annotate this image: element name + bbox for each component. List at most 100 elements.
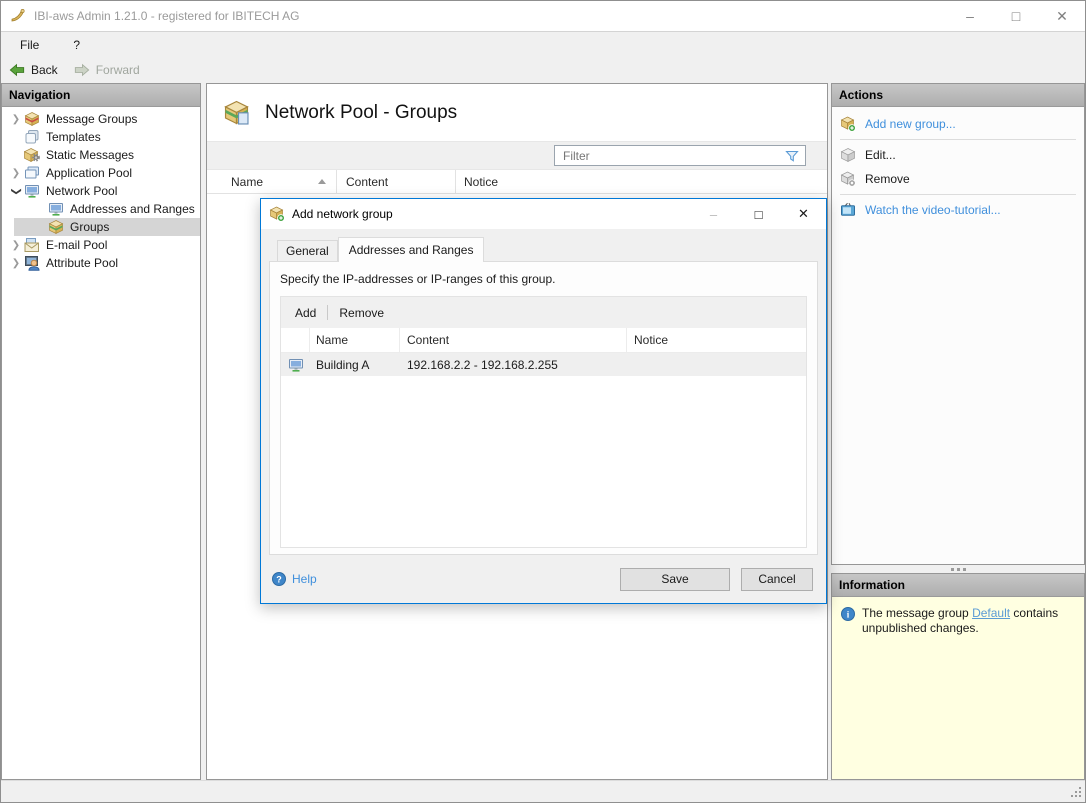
app-window: IBI-aws Admin 1.21.0 - registered for IB…	[0, 0, 1086, 803]
information-header: Information	[832, 574, 1084, 597]
dialog-minimize-button: –	[691, 199, 736, 229]
sidebar-item-application-pool[interactable]: ❯ Application Pool	[2, 164, 200, 182]
sidebar-item-email-pool[interactable]: ❯ E-mail Pool	[2, 236, 200, 254]
filter-funnel-icon[interactable]	[784, 148, 800, 164]
dialog-table-toolbar: Add Remove	[281, 297, 806, 328]
filter-box	[554, 145, 806, 166]
chevron-right-icon[interactable]: ❯	[8, 114, 24, 125]
chevron-down-icon[interactable]: ❯	[11, 183, 22, 199]
sidebar-item-label: Groups	[70, 220, 109, 234]
sidebar-item-label: Addresses and Ranges	[70, 202, 195, 216]
addresses-tab-panel: Specify the IP-addresses or IP-ranges of…	[269, 261, 818, 555]
dialog-table: Add Remove Name Content Notice	[280, 296, 807, 548]
attribute-pool-icon	[24, 255, 40, 271]
nav-toolbar: Back Forward	[1, 58, 1085, 81]
information-panel: Information i The message group Default …	[831, 573, 1085, 780]
remove-group-icon	[840, 171, 856, 187]
chevron-right-icon[interactable]: ❯	[8, 168, 24, 179]
sidebar-item-label: Application Pool	[46, 166, 132, 180]
content-header: Network Pool - Groups	[207, 84, 827, 141]
information-message: The message group Default contains unpub…	[862, 606, 1076, 636]
sidebar-item-label: Templates	[46, 130, 101, 144]
chevron-right-icon[interactable]: ❯	[8, 258, 24, 269]
sidebar-item-label: Network Pool	[46, 184, 117, 198]
add-new-group-action[interactable]: Add new group...	[832, 112, 1084, 136]
title-bar: IBI-aws Admin 1.21.0 - registered for IB…	[1, 1, 1085, 32]
forward-label: Forward	[96, 63, 140, 77]
network-groups-page-icon	[223, 99, 250, 126]
message-groups-icon	[24, 111, 40, 127]
row-name: Building A	[310, 358, 400, 372]
tv-icon	[840, 202, 856, 218]
forward-button[interactable]: Forward	[74, 62, 140, 78]
navigation-header: Navigation	[2, 84, 200, 107]
right-region: Actions Add new group... Edit... Remove	[831, 83, 1085, 780]
remove-label: Remove	[865, 172, 910, 186]
sort-ascending-icon	[318, 179, 326, 184]
dialog-add-group-icon	[269, 206, 285, 222]
panel-splitter[interactable]	[831, 565, 1085, 573]
tab-general[interactable]: General	[277, 240, 338, 261]
edit-action[interactable]: Edit...	[832, 143, 1084, 167]
add-address-button[interactable]: Add	[285, 306, 326, 320]
cancel-button[interactable]: Cancel	[741, 568, 813, 591]
resize-grip[interactable]	[1070, 787, 1082, 799]
column-header-notice[interactable]: Notice	[627, 328, 806, 352]
column-header-content[interactable]: Content	[400, 328, 627, 352]
menu-help[interactable]: ?	[69, 36, 84, 54]
default-group-link[interactable]: Default	[972, 606, 1010, 620]
status-bar	[1, 780, 1085, 802]
sidebar-item-label: Attribute Pool	[46, 256, 118, 270]
dialog-close-button[interactable]: ✕	[781, 199, 826, 229]
actions-separator	[840, 139, 1076, 140]
dialog-table-header: Name Content Notice	[281, 328, 806, 353]
sidebar-item-network-pool[interactable]: ❯ Network Pool	[2, 182, 200, 200]
dialog-title-bar: Add network group – □ ✕	[261, 199, 826, 229]
menu-file[interactable]: File	[16, 36, 43, 54]
sidebar-item-attribute-pool[interactable]: ❯ Attribute Pool	[2, 254, 200, 272]
add-group-icon	[840, 116, 856, 132]
table-row[interactable]: Building A 192.168.2.2 - 192.168.2.255	[281, 353, 806, 376]
back-button[interactable]: Back	[9, 62, 58, 78]
application-pool-icon	[24, 165, 40, 181]
sidebar-item-templates[interactable]: Templates	[2, 128, 200, 146]
edit-group-icon	[840, 147, 856, 163]
menu-bar: File ?	[1, 32, 1085, 58]
ip-range-icon	[288, 357, 304, 373]
close-button[interactable]: ✕	[1039, 1, 1085, 31]
column-header-icon	[281, 328, 310, 352]
dialog-tabs: General Addresses and Ranges	[261, 229, 826, 261]
minimize-button[interactable]: –	[947, 1, 993, 31]
help-label: Help	[292, 572, 317, 586]
sidebar-item-label: Static Messages	[46, 148, 134, 162]
back-arrow-icon	[9, 62, 25, 78]
dialog-maximize-button[interactable]: □	[736, 199, 781, 229]
save-button[interactable]: Save	[620, 568, 730, 591]
main-table-header: Name Content Notice	[207, 170, 827, 194]
help-link[interactable]: ? Help	[271, 571, 620, 587]
toolbar-separator	[327, 305, 328, 320]
dialog-footer: ? Help Save Cancel	[261, 555, 826, 603]
column-header-name[interactable]: Name	[207, 170, 337, 193]
maximize-button[interactable]: □	[993, 1, 1039, 31]
column-header-name[interactable]: Name	[310, 328, 400, 352]
actions-header: Actions	[832, 84, 1084, 107]
sidebar-item-addresses-and-ranges[interactable]: Addresses and Ranges	[2, 200, 200, 218]
sidebar-item-message-groups[interactable]: ❯ Message Groups	[2, 110, 200, 128]
dialog-table-empty-area	[281, 376, 806, 547]
sidebar-item-groups[interactable]: Groups	[14, 218, 200, 236]
chevron-right-icon[interactable]: ❯	[8, 240, 24, 251]
actions-separator	[840, 194, 1076, 195]
actions-panel: Actions Add new group... Edit... Remove	[831, 83, 1085, 565]
filter-input[interactable]	[555, 148, 784, 164]
tab-addresses-and-ranges[interactable]: Addresses and Ranges	[338, 237, 485, 262]
remove-action[interactable]: Remove	[832, 167, 1084, 191]
instruction-text: Specify the IP-addresses or IP-ranges of…	[270, 262, 817, 288]
remove-address-button[interactable]: Remove	[329, 306, 394, 320]
column-header-notice[interactable]: Notice	[456, 170, 827, 193]
column-header-content[interactable]: Content	[337, 170, 456, 193]
sidebar-item-static-messages[interactable]: Static Messages	[2, 146, 200, 164]
navigation-tree: ❯ Message Groups Templates Static Messag…	[2, 107, 200, 272]
video-tutorial-action[interactable]: Watch the video-tutorial...	[832, 198, 1084, 222]
dialog-title: Add network group	[292, 207, 691, 221]
